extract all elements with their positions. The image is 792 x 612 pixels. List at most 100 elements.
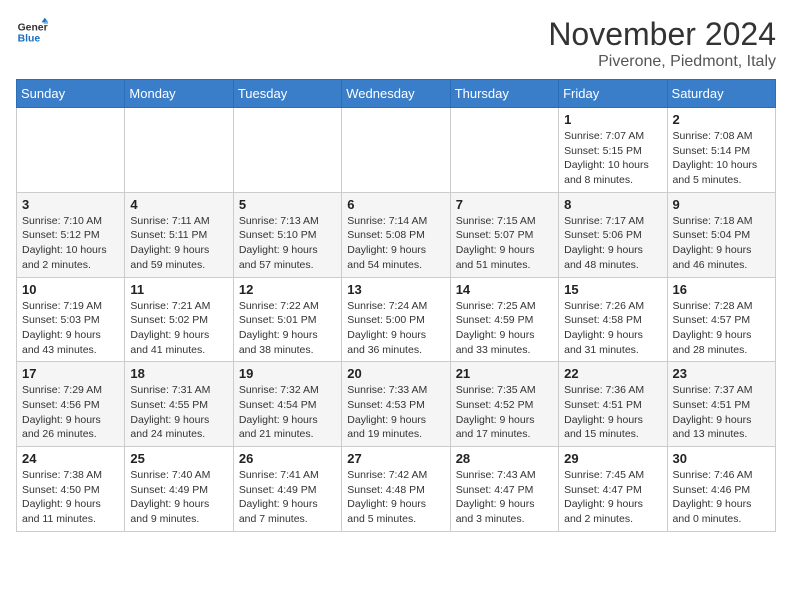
day-info: Sunrise: 7:28 AMSunset: 4:57 PMDaylight:…: [673, 299, 770, 358]
calendar-cell: 4Sunrise: 7:11 AMSunset: 5:11 PMDaylight…: [125, 192, 233, 277]
day-info: Sunrise: 7:36 AMSunset: 4:51 PMDaylight:…: [564, 383, 661, 442]
day-number: 15: [564, 282, 661, 297]
calendar-cell: 15Sunrise: 7:26 AMSunset: 4:58 PMDayligh…: [559, 277, 667, 362]
day-info: Sunrise: 7:19 AMSunset: 5:03 PMDaylight:…: [22, 299, 119, 358]
day-info: Sunrise: 7:41 AMSunset: 4:49 PMDaylight:…: [239, 468, 336, 527]
day-info: Sunrise: 7:10 AMSunset: 5:12 PMDaylight:…: [22, 214, 119, 273]
day-info: Sunrise: 7:07 AMSunset: 5:15 PMDaylight:…: [564, 129, 661, 188]
weekday-header-saturday: Saturday: [667, 80, 775, 108]
day-info: Sunrise: 7:08 AMSunset: 5:14 PMDaylight:…: [673, 129, 770, 188]
day-number: 13: [347, 282, 444, 297]
calendar-week-1: 1 Sunrise: 7:07 AMSunset: 5:15 PMDaylight…: [17, 108, 776, 193]
calendar-body: 1 Sunrise: 7:07 AMSunset: 5:15 PMDaylight…: [17, 108, 776, 532]
calendar-cell: 29 Sunrise: 7:45 AMSunset: 4:47 PMDayligh…: [559, 447, 667, 532]
calendar-cell: 11 Sunrise: 7:21 AMSunset: 5:02 PMDayligh…: [125, 277, 233, 362]
calendar-cell: 8 Sunrise: 7:17 AMSunset: 5:06 PMDaylight…: [559, 192, 667, 277]
day-info: Sunrise: 7:46 AMSunset: 4:46 PMDaylight:…: [673, 468, 770, 527]
calendar-cell: 22 Sunrise: 7:36 AMSunset: 4:51 PMDayligh…: [559, 362, 667, 447]
month-title: November 2024: [548, 16, 776, 53]
calendar-cell: 19 Sunrise: 7:32 AMSunset: 4:54 PMDayligh…: [233, 362, 341, 447]
weekday-header-row: SundayMondayTuesdayWednesdayThursdayFrid…: [17, 80, 776, 108]
day-number: 7: [456, 197, 553, 212]
calendar-cell: 2 Sunrise: 7:08 AMSunset: 5:14 PMDaylight…: [667, 108, 775, 193]
calendar-cell: [450, 108, 558, 193]
day-number: 29: [564, 451, 661, 466]
day-number: 14: [456, 282, 553, 297]
day-number: 4: [130, 197, 227, 212]
calendar-cell: 28Sunrise: 7:43 AMSunset: 4:47 PMDayligh…: [450, 447, 558, 532]
calendar-table: SundayMondayTuesdayWednesdayThursdayFrid…: [16, 79, 776, 532]
calendar-cell: [233, 108, 341, 193]
day-number: 11: [130, 282, 227, 297]
day-number: 22: [564, 366, 661, 381]
day-info: Sunrise: 7:37 AMSunset: 4:51 PMDaylight:…: [673, 383, 770, 442]
calendar-cell: [342, 108, 450, 193]
calendar-cell: 1 Sunrise: 7:07 AMSunset: 5:15 PMDaylight…: [559, 108, 667, 193]
calendar-cell: 21 Sunrise: 7:35 AMSunset: 4:52 PMDayligh…: [450, 362, 558, 447]
day-info: Sunrise: 7:22 AMSunset: 5:01 PMDaylight:…: [239, 299, 336, 358]
logo-icon: General Blue: [16, 16, 48, 48]
calendar-week-2: 3 Sunrise: 7:10 AMSunset: 5:12 PMDaylight…: [17, 192, 776, 277]
logo: General Blue: [16, 16, 48, 48]
calendar-cell: 6 Sunrise: 7:14 AMSunset: 5:08 PMDaylight…: [342, 192, 450, 277]
calendar-cell: 16Sunrise: 7:28 AMSunset: 4:57 PMDayligh…: [667, 277, 775, 362]
day-info: Sunrise: 7:32 AMSunset: 4:54 PMDaylight:…: [239, 383, 336, 442]
calendar-cell: 14 Sunrise: 7:25 AMSunset: 4:59 PMDayligh…: [450, 277, 558, 362]
day-info: Sunrise: 7:25 AMSunset: 4:59 PMDaylight:…: [456, 299, 553, 358]
day-number: 2: [673, 112, 770, 127]
day-number: 5: [239, 197, 336, 212]
title-section: November 2024 Piverone, Piedmont, Italy: [548, 16, 776, 71]
day-number: 30: [673, 451, 770, 466]
day-info: Sunrise: 7:13 AMSunset: 5:10 PMDaylight:…: [239, 214, 336, 273]
svg-text:General: General: [18, 22, 48, 33]
day-number: 3: [22, 197, 119, 212]
calendar-cell: 3 Sunrise: 7:10 AMSunset: 5:12 PMDaylight…: [17, 192, 125, 277]
calendar-cell: 12Sunrise: 7:22 AMSunset: 5:01 PMDayligh…: [233, 277, 341, 362]
day-info: Sunrise: 7:35 AMSunset: 4:52 PMDaylight:…: [456, 383, 553, 442]
calendar-cell: 24 Sunrise: 7:38 AMSunset: 4:50 PMDayligh…: [17, 447, 125, 532]
day-number: 27: [347, 451, 444, 466]
weekday-header-tuesday: Tuesday: [233, 80, 341, 108]
calendar-week-5: 24 Sunrise: 7:38 AMSunset: 4:50 PMDayligh…: [17, 447, 776, 532]
day-number: 6: [347, 197, 444, 212]
day-number: 24: [22, 451, 119, 466]
day-number: 8: [564, 197, 661, 212]
day-number: 19: [239, 366, 336, 381]
weekday-header-sunday: Sunday: [17, 80, 125, 108]
page-header: General Blue November 2024 Piverone, Pie…: [16, 16, 776, 71]
calendar-header: SundayMondayTuesdayWednesdayThursdayFrid…: [17, 80, 776, 108]
location-subtitle: Piverone, Piedmont, Italy: [548, 53, 776, 71]
calendar-cell: 30 Sunrise: 7:46 AMSunset: 4:46 PMDayligh…: [667, 447, 775, 532]
calendar-cell: 20Sunrise: 7:33 AMSunset: 4:53 PMDayligh…: [342, 362, 450, 447]
day-number: 18: [130, 366, 227, 381]
day-info: Sunrise: 7:42 AMSunset: 4:48 PMDaylight:…: [347, 468, 444, 527]
day-info: Sunrise: 7:45 AMSunset: 4:47 PMDaylight:…: [564, 468, 661, 527]
svg-text:Blue: Blue: [18, 34, 41, 45]
day-info: Sunrise: 7:29 AMSunset: 4:56 PMDaylight:…: [22, 383, 119, 442]
day-info: Sunrise: 7:40 AMSunset: 4:49 PMDaylight:…: [130, 468, 227, 527]
day-number: 23: [673, 366, 770, 381]
day-info: Sunrise: 7:31 AMSunset: 4:55 PMDaylight:…: [130, 383, 227, 442]
calendar-week-3: 10 Sunrise: 7:19 AMSunset: 5:03 PMDayligh…: [17, 277, 776, 362]
day-info: Sunrise: 7:18 AMSunset: 5:04 PMDaylight:…: [673, 214, 770, 273]
day-number: 21: [456, 366, 553, 381]
day-number: 20: [347, 366, 444, 381]
calendar-cell: 26 Sunrise: 7:41 AMSunset: 4:49 PMDayligh…: [233, 447, 341, 532]
day-number: 10: [22, 282, 119, 297]
day-number: 26: [239, 451, 336, 466]
day-info: Sunrise: 7:15 AMSunset: 5:07 PMDaylight:…: [456, 214, 553, 273]
calendar-cell: 10 Sunrise: 7:19 AMSunset: 5:03 PMDayligh…: [17, 277, 125, 362]
calendar-cell: 23 Sunrise: 7:37 AMSunset: 4:51 PMDayligh…: [667, 362, 775, 447]
weekday-header-thursday: Thursday: [450, 80, 558, 108]
weekday-header-monday: Monday: [125, 80, 233, 108]
day-info: Sunrise: 7:17 AMSunset: 5:06 PMDaylight:…: [564, 214, 661, 273]
day-number: 1: [564, 112, 661, 127]
day-number: 25: [130, 451, 227, 466]
calendar-cell: 5 Sunrise: 7:13 AMSunset: 5:10 PMDaylight…: [233, 192, 341, 277]
day-info: Sunrise: 7:14 AMSunset: 5:08 PMDaylight:…: [347, 214, 444, 273]
calendar-week-4: 17Sunrise: 7:29 AMSunset: 4:56 PMDayligh…: [17, 362, 776, 447]
day-info: Sunrise: 7:43 AMSunset: 4:47 PMDaylight:…: [456, 468, 553, 527]
day-info: Sunrise: 7:21 AMSunset: 5:02 PMDaylight:…: [130, 299, 227, 358]
calendar-cell: 18 Sunrise: 7:31 AMSunset: 4:55 PMDayligh…: [125, 362, 233, 447]
day-info: Sunrise: 7:38 AMSunset: 4:50 PMDaylight:…: [22, 468, 119, 527]
